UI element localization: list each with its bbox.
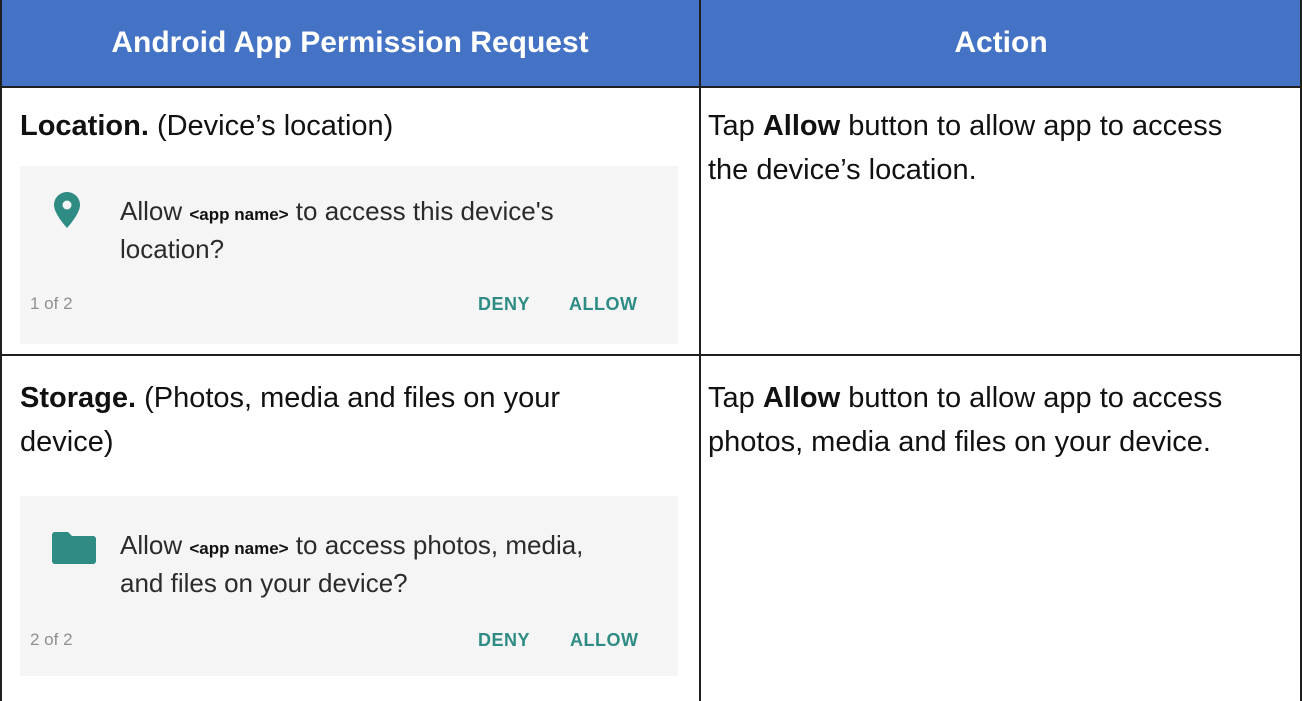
allow-button[interactable]: ALLOW	[569, 294, 637, 315]
left-border	[0, 0, 2, 701]
deny-button[interactable]: DENY	[478, 294, 530, 315]
app-name-placeholder: <app name>	[189, 205, 289, 224]
storage-title: Storage.	[20, 382, 137, 414]
app-name-placeholder: <app name>	[189, 539, 289, 558]
storage-subtitle-line2: device)	[20, 426, 114, 458]
permission-table: Android App Permission Request Action Lo…	[0, 0, 1302, 701]
location-pin-icon	[54, 192, 80, 228]
deny-button[interactable]: DENY	[478, 630, 530, 651]
column-divider	[699, 0, 701, 701]
storage-dialog-message: Allow <app name> to access photos, media…	[120, 530, 584, 598]
location-permission-dialog: Allow <app name> to access this device's…	[20, 166, 678, 344]
dialog-counter: 2 of 2	[30, 630, 73, 649]
storage-permission-dialog: Allow <app name> to access photos, media…	[20, 496, 678, 676]
row-divider	[0, 354, 1302, 356]
header-permission-request: Android App Permission Request	[111, 26, 589, 59]
location-subtitle: (Device’s location)	[148, 110, 394, 142]
storage-action-text: Tap Allow button to allow app to access …	[708, 382, 1223, 458]
location-dialog-message: Allow <app name> to access this device's…	[120, 196, 554, 264]
storage-row-label: Storage. (Photos, media and files on you…	[20, 376, 690, 464]
location-action-text: Tap Allow button to allow app to access …	[708, 110, 1223, 186]
allow-emphasis: Allow	[762, 110, 841, 142]
allow-emphasis: Allow	[762, 382, 841, 414]
allow-button[interactable]: ALLOW	[570, 630, 638, 651]
location-title: Location.	[20, 110, 149, 142]
storage-subtitle: (Photos, media and files on your	[136, 382, 560, 414]
dialog-counter: 1 of 2	[30, 294, 73, 313]
location-row-label: Location. (Device’s location)	[20, 104, 690, 148]
table-header: Android App Permission Request Action	[0, 0, 1302, 88]
folder-icon	[52, 532, 96, 564]
header-action: Action	[954, 26, 1048, 59]
